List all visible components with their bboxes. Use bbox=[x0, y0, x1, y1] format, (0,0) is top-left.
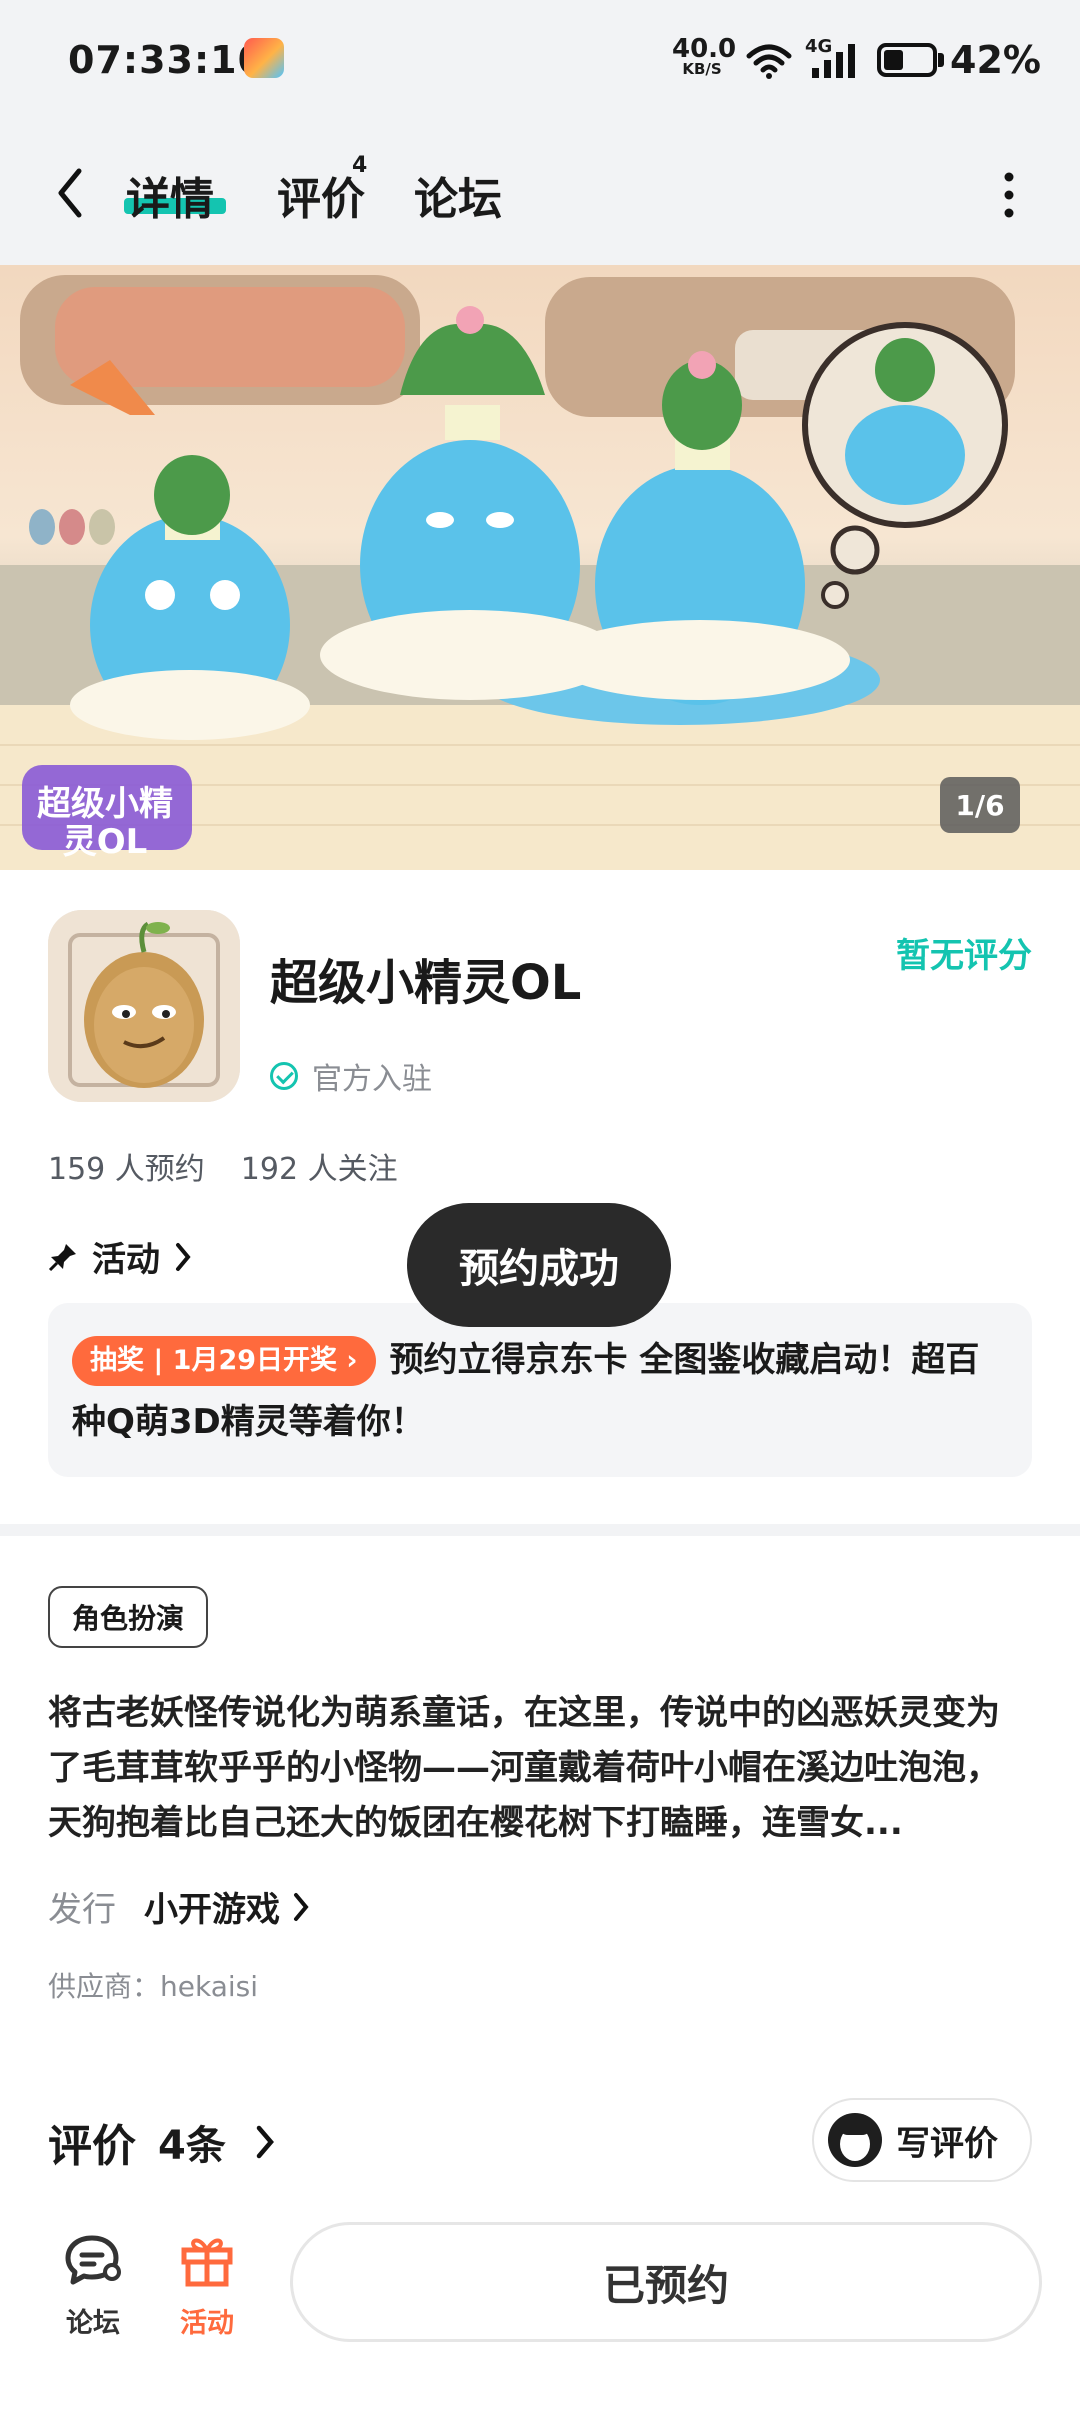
supplier-info: 供应商：hekaisi bbox=[48, 1970, 259, 2003]
battery-icon bbox=[877, 43, 937, 77]
gift-icon bbox=[181, 2238, 233, 2287]
chevron-right-icon bbox=[256, 2125, 274, 2159]
more-options-icon[interactable] bbox=[994, 167, 1024, 223]
reviews-count-badge: 4 bbox=[352, 153, 368, 178]
user-avatar bbox=[828, 2113, 882, 2167]
write-review-button[interactable]: 写评价 bbox=[812, 2098, 1032, 2182]
genre-tag[interactable]: 角色扮演 bbox=[48, 1586, 209, 1648]
reservation-count: 159 人预约 bbox=[48, 1152, 205, 1187]
wifi-icon bbox=[746, 44, 792, 79]
app-stats: 159 人预约 192 人关注 bbox=[48, 1144, 398, 1188]
signal-icon bbox=[812, 44, 855, 78]
publisher-name: 小开游戏 bbox=[144, 1890, 280, 1930]
carousel-page-indicator: 1/6 bbox=[940, 777, 1020, 833]
tab-details[interactable]: 详情 bbox=[126, 163, 214, 227]
official-badge: 官方入驻 bbox=[270, 1054, 432, 1098]
chevron-right-icon bbox=[176, 1242, 191, 1271]
publisher-row[interactable]: 发行 小开游戏 bbox=[48, 1882, 312, 1931]
verified-check-icon bbox=[270, 1062, 298, 1090]
rating-status: 暂无评分 bbox=[896, 936, 1032, 976]
toast-message: 预约成功 bbox=[407, 1203, 671, 1327]
game-description[interactable]: 将古老妖怪传说化为萌系童话，在这里，传说中的凶恶妖灵变为了毛茸茸软乎乎的小怪物—… bbox=[48, 1686, 1032, 1851]
tab-forum[interactable]: 论坛 bbox=[414, 163, 502, 227]
activity-section-header[interactable]: 活动 bbox=[48, 1232, 194, 1281]
status-bar: 07:33:10 40.0 KB/S 4G 42% bbox=[0, 0, 1080, 125]
app-icon bbox=[48, 910, 240, 1102]
bottom-activity-button[interactable]: 活动 bbox=[162, 2232, 252, 2340]
section-divider bbox=[0, 1524, 1080, 1536]
game-screenshot-image bbox=[0, 275, 1080, 870]
lottery-tag: 抽奖 | 1月29日开奖 › bbox=[72, 1336, 376, 1386]
game-logo-text: 超级小精灵OL bbox=[37, 784, 173, 862]
battery-percent: 42% bbox=[950, 38, 1041, 82]
status-time: 07:33:10 bbox=[68, 38, 266, 82]
reserved-button[interactable]: 已预约 bbox=[290, 2222, 1042, 2342]
follower-count: 192 人关注 bbox=[240, 1152, 398, 1187]
notification-app-icon bbox=[244, 38, 284, 78]
publisher-label: 发行 bbox=[48, 1890, 116, 1930]
chevron-right-icon bbox=[294, 1892, 309, 1921]
forum-chat-icon bbox=[65, 2235, 121, 2285]
screenshot-carousel[interactable]: 超级小精灵OL bbox=[0, 265, 1080, 870]
network-speed: 40.0 KB/S bbox=[672, 34, 737, 78]
app-name: 超级小精灵OL bbox=[270, 955, 582, 1011]
pin-icon bbox=[48, 1243, 76, 1271]
back-arrow-icon[interactable] bbox=[55, 165, 85, 221]
activity-card[interactable]: 抽奖 | 1月29日开奖 › 预约立得京东卡 全图鉴收藏启动！超百种Q萌3D精灵等… bbox=[48, 1303, 1032, 1477]
bottom-forum-button[interactable]: 论坛 bbox=[48, 2232, 138, 2340]
reviews-section-header[interactable]: 评价 4条 bbox=[48, 2110, 278, 2174]
reviews-count: 4条 bbox=[158, 2123, 226, 2169]
nav-bar: 详情 评价 4 论坛 bbox=[0, 125, 1080, 265]
reviews-title: 评价 bbox=[48, 2121, 136, 2172]
